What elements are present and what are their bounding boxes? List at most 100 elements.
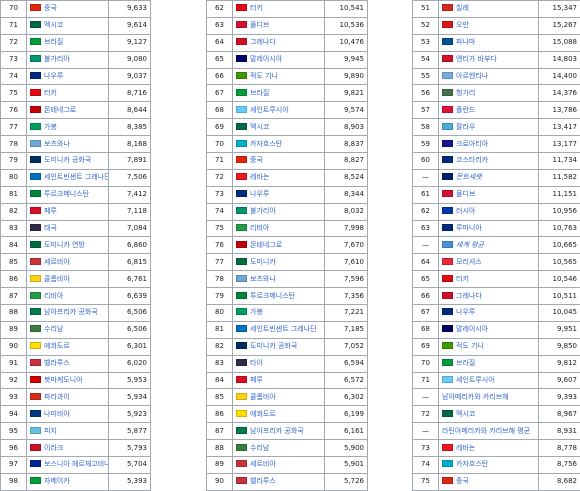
country-cell[interactable]: 남아프리카 공화국 (27, 305, 109, 322)
country-link[interactable]: 카자흐스탄 (250, 140, 282, 148)
country-cell[interactable]: 에콰도르 (27, 338, 109, 355)
country-link[interactable]: 가봉 (250, 308, 263, 316)
country-cell[interactable]: 레바논 (439, 440, 539, 457)
country-link[interactable]: 말레이시아 (250, 55, 282, 63)
country-cell[interactable]: 브라질 (439, 355, 539, 372)
country-link[interactable]: 세르비아 (44, 258, 70, 266)
country-cell[interactable]: 콜롬비아 (233, 389, 325, 406)
country-cell[interactable]: 아르헨티나 (439, 68, 539, 85)
country-link[interactable]: 브라질 (44, 38, 63, 46)
country-cell[interactable]: 터키 (27, 85, 109, 102)
country-cell[interactable]: 카자흐스탄 (233, 136, 325, 153)
country-cell[interactable]: 브라질 (233, 85, 325, 102)
country-cell[interactable]: 도미니카 연방 (27, 237, 109, 254)
country-link[interactable]: 적도 기니 (250, 72, 278, 80)
country-cell[interactable]: 나미비아 (27, 406, 109, 423)
country-link[interactable]: 리비아 (44, 292, 63, 300)
country-cell[interactable]: 세인트루시아 (233, 102, 325, 119)
country-link[interactable]: 세인트루시아 (456, 376, 495, 384)
country-link[interactable]: 수리남 (44, 325, 63, 333)
country-link[interactable]: 보츠와나 (44, 140, 70, 148)
country-link[interactable]: 불가리아 (250, 207, 276, 215)
country-link[interactable]: 남아프리카 공화국 (44, 308, 98, 316)
country-cell[interactable]: 오만 (439, 17, 539, 34)
country-link[interactable]: 불가리아 (44, 55, 70, 63)
country-cell[interactable]: 중국 (439, 473, 539, 490)
country-link[interactable]: 북마케도니아 (44, 376, 83, 384)
country-cell[interactable]: 남아프리카 공화국 (233, 423, 325, 440)
country-cell[interactable]: 앤티가 바부다 (439, 51, 539, 68)
country-cell[interactable]: 팔라우 (439, 119, 539, 136)
country-cell[interactable]: 투르크메니스탄 (27, 186, 109, 203)
country-cell[interactable]: 불가리아 (27, 51, 109, 68)
country-link[interactable]: 터키 (250, 4, 263, 12)
country-link[interactable]: 터키 (456, 275, 469, 283)
country-cell[interactable]: 페루 (27, 203, 109, 220)
country-link[interactable]: 몬테네그로 (250, 241, 282, 249)
country-link[interactable]: 멕시코 (456, 410, 475, 418)
country-link[interactable]: 세르비아 (250, 460, 276, 468)
country-cell[interactable]: 도미니카 공화국 (233, 338, 325, 355)
country-cell[interactable]: 그레나다 (233, 34, 325, 51)
country-link[interactable]: 타이 (250, 359, 263, 367)
country-link[interactable]: 말레이시아 (456, 325, 488, 333)
country-cell[interactable]: 불가리아 (233, 203, 325, 220)
country-cell[interactable]: 모리셔스 (439, 254, 539, 271)
country-link[interactable]: 벨라루스 (44, 359, 70, 367)
country-cell[interactable]: 도미니카 공화국 (27, 153, 109, 170)
country-link[interactable]: 이라크 (44, 444, 63, 452)
country-cell[interactable]: 터키 (439, 271, 539, 288)
country-link[interactable]: 도미니카 공화국 (250, 342, 297, 350)
country-link[interactable]: 나우루 (250, 190, 269, 198)
country-link[interactable]: 크로아티아 (456, 140, 488, 148)
country-link[interactable]: 폴란드 (456, 106, 475, 114)
country-link[interactable]: 세계 평균 (456, 241, 484, 249)
country-cell[interactable]: 헝가리 (439, 85, 539, 102)
country-link[interactable]: 도미니카 (250, 258, 276, 266)
country-cell[interactable]: 터키 (233, 1, 325, 18)
country-cell[interactable]: 수리남 (27, 321, 109, 338)
country-cell[interactable]: 북마케도니아 (27, 372, 109, 389)
country-link[interactable]: 남아프리카 공화국 (250, 427, 304, 435)
country-link[interactable]: 콜롬비아 (44, 275, 70, 283)
country-link[interactable]: 가봉 (44, 123, 57, 131)
country-cell[interactable]: 루마니아 (439, 220, 539, 237)
country-cell[interactable]: 보츠와나 (233, 271, 325, 288)
country-link[interactable]: 모리셔스 (456, 258, 482, 266)
country-link[interactable]: 나미비아 (44, 410, 70, 418)
country-cell[interactable]: 몰디브 (233, 17, 325, 34)
country-cell[interactable]: 세계 평균 (439, 237, 539, 254)
country-cell[interactable]: 나우루 (233, 186, 325, 203)
country-link[interactable]: 멕시코 (44, 21, 63, 29)
country-link[interactable]: 레바논 (250, 173, 269, 181)
country-cell[interactable]: 브라질 (27, 34, 109, 51)
country-cell[interactable]: 피지 (27, 423, 109, 440)
country-cell[interactable]: 몬트세랫 (439, 169, 539, 186)
country-link[interactable]: 자메이카 (44, 477, 70, 485)
country-link[interactable]: 코스타리카 (456, 156, 488, 164)
country-cell[interactable]: 타이 (233, 355, 325, 372)
country-link[interactable]: 태국 (44, 224, 57, 232)
country-cell[interactable]: 멕시코 (439, 406, 539, 423)
country-cell[interactable]: 페루 (233, 372, 325, 389)
country-cell[interactable]: 콜롬비아 (27, 271, 109, 288)
country-cell[interactable]: 에콰도르 (233, 406, 325, 423)
country-cell[interactable]: 폴란드 (439, 102, 539, 119)
country-link[interactable]: 러시아 (456, 207, 475, 215)
country-link[interactable]: 루마니아 (456, 224, 482, 232)
country-link[interactable]: 터키 (44, 89, 57, 97)
country-link[interactable]: 페루 (250, 376, 263, 384)
country-link[interactable]: 헝가리 (456, 89, 475, 97)
country-cell[interactable]: 러시아 (439, 203, 539, 220)
country-link[interactable]: 피지 (44, 427, 57, 435)
country-cell[interactable]: 중국 (233, 153, 325, 170)
country-link[interactable]: 카자흐스탄 (456, 460, 488, 468)
country-link[interactable]: 몬트세랫 (456, 173, 482, 181)
country-link[interactable]: 칠레 (456, 4, 469, 12)
country-link[interactable]: 보츠와나 (250, 275, 276, 283)
country-cell[interactable]: 남아메리카와 카리브해 (439, 389, 539, 406)
country-cell[interactable]: 레바논 (233, 169, 325, 186)
country-link[interactable]: 적도 기니 (456, 342, 484, 350)
country-cell[interactable]: 벨라루스 (27, 355, 109, 372)
country-link[interactable]: 앤티가 바부다 (456, 55, 497, 63)
